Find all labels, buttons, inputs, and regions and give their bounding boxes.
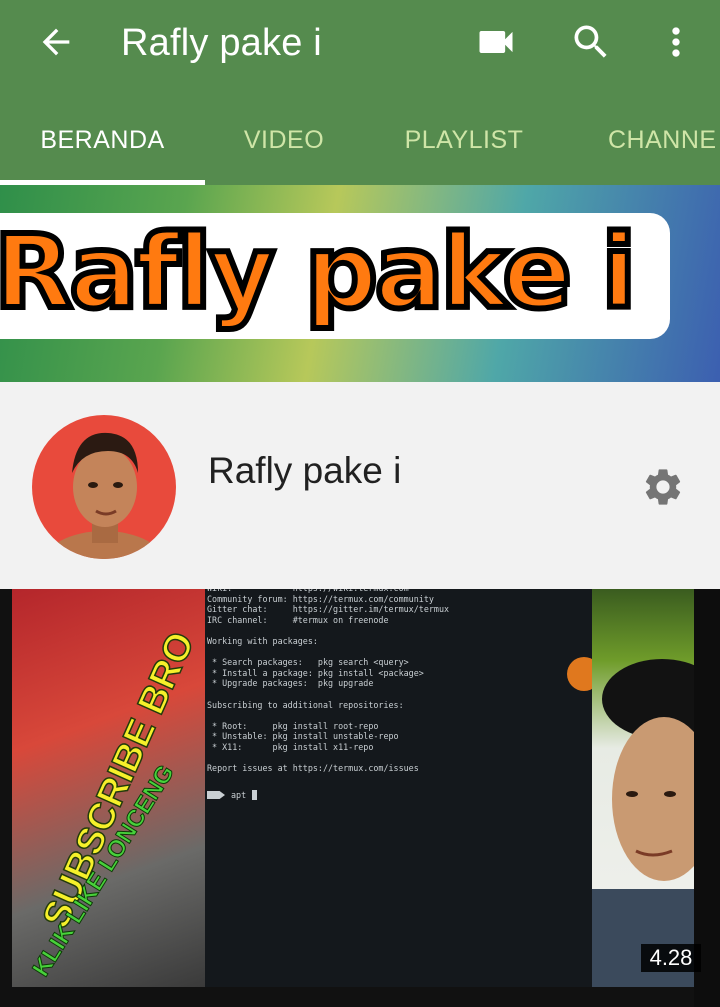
profile-photo-icon <box>42 432 166 559</box>
channel-name: Rafly pake i <box>208 450 402 491</box>
tab-bar: BERANDA VIDEO PLAYLIST CHANNE <box>0 96 720 185</box>
subscribe-overlay-text: SUBSCRIBE BRO <box>34 625 204 935</box>
page-title: Rafly pake i <box>121 22 322 64</box>
back-button[interactable] <box>34 18 78 66</box>
thumbnail-right-panel <box>592 589 694 987</box>
more-vert-icon <box>672 27 680 57</box>
arrow-back-icon <box>42 28 70 56</box>
gear-icon <box>645 469 681 505</box>
terminal-text: Wiki: https://wiki.termux.com Community … <box>207 589 450 774</box>
channel-banner: Rafly pake i <box>0 185 720 382</box>
camera-button[interactable] <box>472 18 520 66</box>
text-cursor <box>252 790 258 800</box>
prompt-command: apt <box>231 790 247 800</box>
channel-header: Rafly pake i <box>0 382 720 589</box>
person-photo-icon <box>592 659 694 987</box>
toolbar: Rafly pake i <box>0 0 720 88</box>
prompt-arrow-icon <box>207 791 225 799</box>
tab-beranda[interactable]: BERANDA <box>0 96 205 185</box>
tab-playlist[interactable]: PLAYLIST <box>363 96 565 185</box>
video-thumbnail[interactable]: SUBSCRIBE BRO KLIK LIKE LONCENG Wiki: ht… <box>0 589 720 1007</box>
banner-text: Rafly pake i <box>0 210 639 335</box>
avatar[interactable] <box>32 415 176 559</box>
search-button[interactable] <box>567 18 615 66</box>
more-options-button[interactable] <box>652 18 700 66</box>
terminal-prompt: apt <box>207 790 258 800</box>
channel-settings-button[interactable] <box>638 462 688 512</box>
tab-video[interactable]: VIDEO <box>205 96 363 185</box>
search-icon <box>574 25 607 58</box>
videocam-icon <box>479 31 513 53</box>
tab-channel[interactable]: CHANNE <box>565 96 720 185</box>
terminal-screenshot: Wiki: https://wiki.termux.com Community … <box>205 589 601 987</box>
thumbnail-left-panel: SUBSCRIBE BRO KLIK LIKE LONCENG <box>12 589 205 987</box>
app-bar: Rafly pake i BERANDA VIDEO PLAYLIST CHAN… <box>0 0 720 185</box>
video-duration-badge: 4.28 <box>641 944 701 972</box>
